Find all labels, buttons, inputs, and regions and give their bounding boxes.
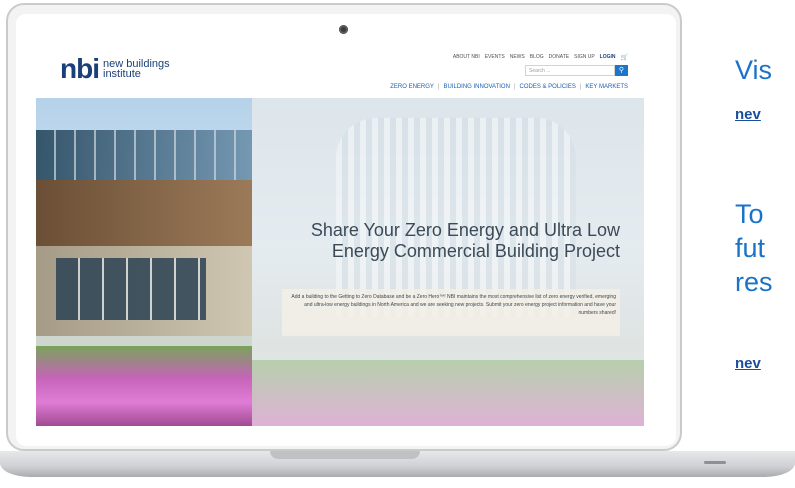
cart-icon[interactable]: 🛒 <box>621 54 628 61</box>
laptop-hinge-notch <box>270 451 420 459</box>
nav-donate[interactable]: DONATE <box>549 54 569 61</box>
main-nav-zero-energy[interactable]: ZERO ENERGY <box>390 84 434 90</box>
nav-signup[interactable]: SIGN UP <box>574 54 595 61</box>
main-nav-codes-policies[interactable]: CODES & POLICIES <box>520 84 576 90</box>
main-nav-key-markets[interactable]: KEY MARKETS <box>585 84 628 90</box>
site-header: nbi new buildings institute ABOUT NBI EV… <box>36 40 644 98</box>
webcam <box>339 25 348 34</box>
main-nav: ZERO ENERGY | BUILDING INNOVATION | CODE… <box>390 84 628 90</box>
nav-divider: | <box>579 84 582 90</box>
search-icon: ⚲ <box>618 67 625 74</box>
nav-divider: | <box>437 84 440 90</box>
search-bar: Search ... ⚲ <box>525 65 628 76</box>
hero-body: Add a building to the Getting to Zero Da… <box>291 294 616 316</box>
nav-events[interactable]: EVENTS <box>485 54 505 61</box>
flower-bed-right <box>252 360 644 426</box>
resources-link[interactable]: nev <box>735 355 761 372</box>
main-nav-building-innovation[interactable]: BUILDING INNOVATION <box>443 84 509 90</box>
nav-news[interactable]: NEWS <box>510 54 525 61</box>
flower-bed <box>36 346 252 426</box>
search-button[interactable]: ⚲ <box>615 65 628 76</box>
utility-nav: ABOUT NBI EVENTS NEWS BLOG DONATE SIGN U… <box>453 54 628 61</box>
nbi-logo[interactable]: nbi new buildings institute <box>60 53 170 84</box>
login-link[interactable]: LOGIN <box>600 54 616 61</box>
nav-blog[interactable]: BLOG <box>530 54 544 61</box>
nav-about[interactable]: ABOUT NBI <box>453 54 480 61</box>
browser-screen: nbi new buildings institute ABOUT NBI EV… <box>36 40 644 426</box>
search-input[interactable]: Search ... <box>525 65 615 76</box>
website-link[interactable]: nev <box>735 106 761 123</box>
nav-divider: | <box>513 84 516 90</box>
visit-heading: Vis <box>735 55 773 85</box>
glass-atrium <box>336 118 576 318</box>
building-wood-facade <box>36 180 252 246</box>
logo-mark: nbi <box>60 53 100 84</box>
resources-text: To fut res <box>735 199 773 297</box>
building-windows <box>56 258 206 320</box>
hero-banner: Share Your Zero Energy and Ultra Low Ene… <box>36 98 644 426</box>
logo-text: new buildings institute <box>103 59 170 80</box>
logo-line-2: institute <box>103 68 141 80</box>
building-glass-band <box>36 130 252 180</box>
side-text-panel: Vis nev To fut res nev <box>682 0 795 488</box>
hero-title[interactable]: Share Your Zero Energy and Ultra Low Ene… <box>256 220 620 262</box>
